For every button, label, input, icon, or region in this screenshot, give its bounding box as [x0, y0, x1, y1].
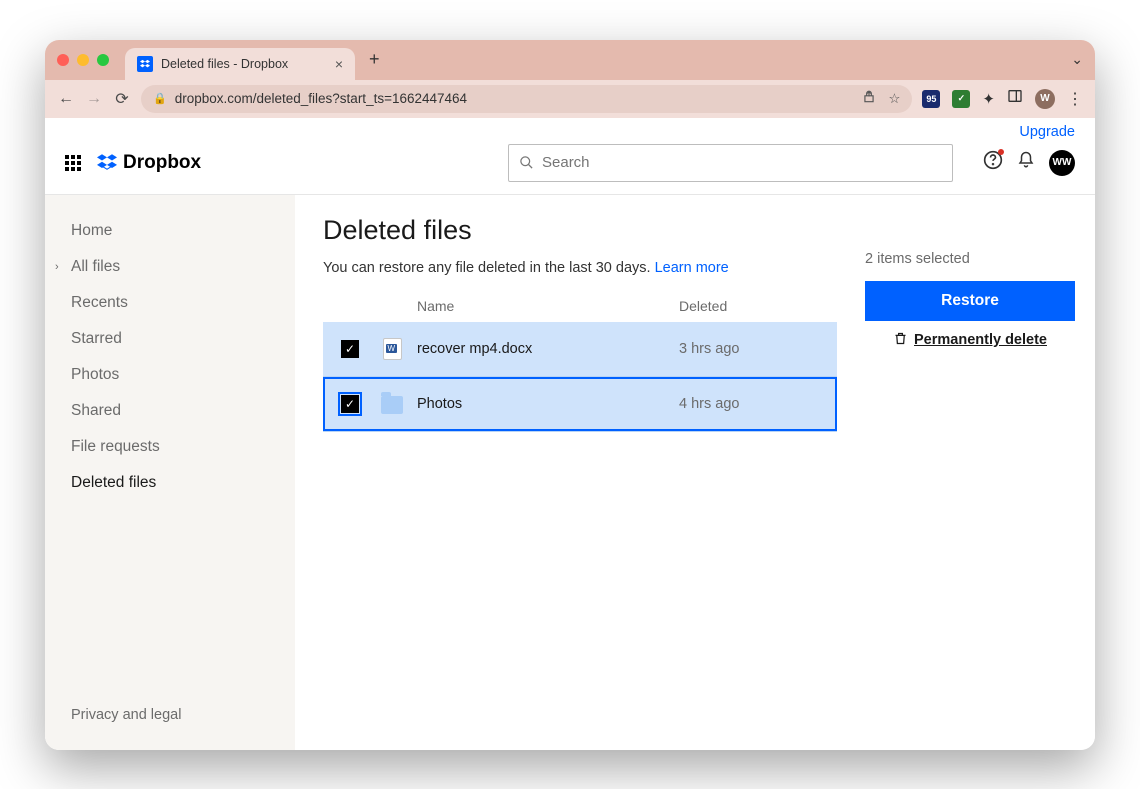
notifications-icon[interactable] [1017, 151, 1035, 174]
share-icon[interactable] [862, 90, 876, 107]
file-deleted-time: 3 hrs ago [679, 341, 819, 357]
trash-icon [893, 331, 908, 350]
search-box[interactable] [508, 144, 953, 182]
close-tab-icon[interactable]: × [335, 56, 343, 72]
sidebar-item-recents[interactable]: Recents [45, 285, 295, 321]
sidebar-item-deleted-files[interactable]: Deleted files [45, 465, 295, 501]
close-window-icon[interactable] [57, 54, 69, 66]
upgrade-link[interactable]: Upgrade [1019, 124, 1075, 140]
kebab-menu-icon[interactable]: ⋮ [1067, 89, 1083, 109]
extension-95[interactable]: 95 [922, 90, 940, 108]
app-body: Home ›All files Recents Starred Photos S… [45, 195, 1095, 750]
checkbox-checked[interactable]: ✓ [341, 340, 359, 358]
apps-grid-icon[interactable] [65, 155, 81, 171]
sidebar-item-all-files[interactable]: ›All files [45, 249, 295, 285]
brand-logo[interactable]: Dropbox [97, 152, 201, 174]
page-title: Deleted files [323, 215, 837, 246]
new-tab-button[interactable]: + [369, 49, 380, 70]
content: Deleted files You can restore any file d… [323, 215, 837, 730]
brand-text: Dropbox [123, 152, 201, 174]
browser-tab[interactable]: Deleted files - Dropbox × [125, 48, 355, 80]
url-text: dropbox.com/deleted_files?start_ts=16624… [175, 91, 467, 106]
file-deleted-time: 4 hrs ago [679, 396, 819, 412]
file-name: Photos [417, 396, 679, 412]
back-button[interactable]: ← [57, 90, 75, 108]
table-row[interactable]: ✓ recover mp4.docx 3 hrs ago [323, 322, 837, 377]
selection-count: 2 items selected [865, 251, 1075, 267]
extensions-icon[interactable]: ✦ [982, 90, 995, 108]
file-name: recover mp4.docx [417, 341, 679, 357]
actions-panel: 2 items selected Restore Permanently del… [865, 215, 1075, 730]
restore-button[interactable]: Restore [865, 281, 1075, 321]
extension-check[interactable]: ✓ [952, 90, 970, 108]
sidebar: Home ›All files Recents Starred Photos S… [45, 195, 295, 750]
maximize-window-icon[interactable] [97, 54, 109, 66]
tab-title: Deleted files - Dropbox [161, 57, 288, 71]
tabs-overflow-icon[interactable]: ⌄ [1071, 51, 1083, 68]
top-strip: Upgrade [45, 118, 1095, 140]
help-icon[interactable] [983, 150, 1003, 175]
profile-avatar[interactable]: W [1035, 89, 1055, 109]
app-header: Dropbox WW [45, 140, 1095, 195]
table-header: Name Deleted [323, 290, 837, 322]
dropbox-icon [97, 153, 117, 173]
search-input[interactable] [542, 154, 942, 171]
dropbox-favicon [137, 56, 153, 72]
browser-toolbar: ← → ⟳ 🔒 dropbox.com/deleted_files?start_… [45, 80, 1095, 118]
sidebar-item-home[interactable]: Home [45, 213, 295, 249]
account-avatar[interactable]: WW [1049, 150, 1075, 176]
extensions: 95 ✓ ✦ W ⋮ [922, 88, 1083, 109]
chevron-right-icon: › [55, 261, 65, 273]
checkbox-checked[interactable]: ✓ [341, 395, 359, 413]
minimize-window-icon[interactable] [77, 54, 89, 66]
panel-icon[interactable] [1007, 88, 1023, 109]
address-bar[interactable]: 🔒 dropbox.com/deleted_files?start_ts=166… [141, 85, 912, 113]
word-doc-icon [381, 338, 403, 360]
bookmark-icon[interactable]: ☆ [888, 91, 900, 107]
sidebar-item-photos[interactable]: Photos [45, 357, 295, 393]
window-frame: Deleted files - Dropbox × + ⌄ ← → ⟳ 🔒 dr… [45, 40, 1095, 750]
column-deleted[interactable]: Deleted [679, 298, 819, 314]
table-row[interactable]: ✓ Photos 4 hrs ago [323, 377, 837, 432]
sidebar-footer-link[interactable]: Privacy and legal [45, 698, 295, 732]
forward-button[interactable]: → [85, 90, 103, 108]
browser-tabbar: Deleted files - Dropbox × + ⌄ [45, 40, 1095, 80]
permanently-delete-link[interactable]: Permanently delete [865, 331, 1075, 350]
page-description: You can restore any file deleted in the … [323, 260, 837, 276]
app-root: Upgrade Dropbox WW [45, 118, 1095, 750]
sidebar-item-shared[interactable]: Shared [45, 393, 295, 429]
lock-icon: 🔒 [153, 92, 167, 105]
window-controls[interactable] [57, 54, 109, 66]
header-icons: WW [983, 150, 1075, 176]
sidebar-item-starred[interactable]: Starred [45, 321, 295, 357]
main-area: Deleted files You can restore any file d… [295, 195, 1095, 750]
sidebar-item-file-requests[interactable]: File requests [45, 429, 295, 465]
search-icon [519, 155, 534, 170]
learn-more-link[interactable]: Learn more [655, 260, 729, 276]
reload-button[interactable]: ⟳ [113, 89, 131, 109]
folder-icon [381, 393, 403, 415]
column-name[interactable]: Name [417, 298, 679, 314]
